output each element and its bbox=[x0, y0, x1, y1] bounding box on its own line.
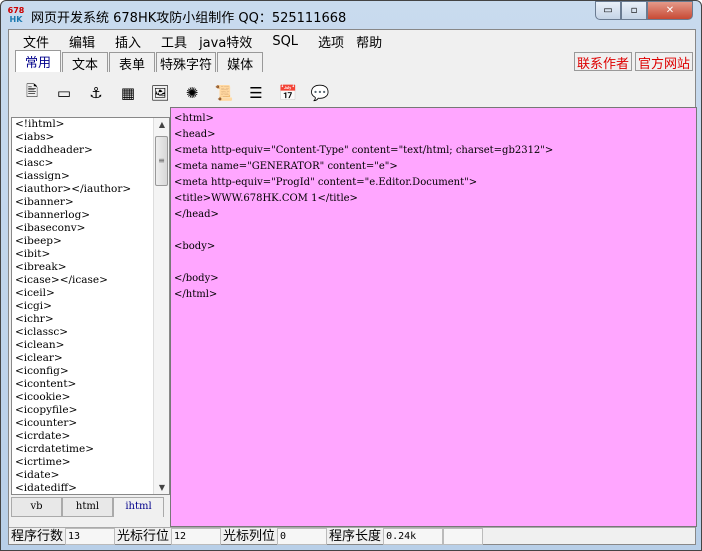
menu-insert[interactable]: 插入 bbox=[109, 32, 147, 51]
tab-common[interactable]: 常用 bbox=[15, 50, 62, 72]
menu-sql[interactable]: SQL bbox=[266, 34, 304, 49]
scroll-icon[interactable]: 📜 bbox=[213, 82, 235, 104]
list-item[interactable]: <ibeep> bbox=[12, 235, 169, 248]
tab-html[interactable]: html bbox=[62, 497, 113, 517]
minimize-button[interactable]: ▭ bbox=[595, 1, 621, 20]
list-item[interactable]: <icrtime> bbox=[12, 456, 169, 469]
list-item[interactable]: <icase></icase> bbox=[12, 274, 169, 287]
row-value: 12 bbox=[171, 528, 222, 545]
list-item[interactable]: <iclean> bbox=[12, 339, 169, 352]
form-icon[interactable]: ▭ bbox=[53, 82, 75, 104]
comment-icon[interactable]: 💬 bbox=[309, 82, 331, 104]
client-area: 文件 编辑 插入 工具 java特效 SQL 选项 帮助 常用 文本 表单 特殊… bbox=[8, 29, 697, 545]
image-icon[interactable]: 🖼 bbox=[149, 82, 171, 104]
list-item[interactable]: <iceil> bbox=[12, 287, 169, 300]
document-icon[interactable]: 🖹 bbox=[21, 82, 43, 104]
list-item[interactable]: <ichr> bbox=[12, 313, 169, 326]
tab-text[interactable]: 文本 bbox=[62, 52, 109, 73]
scroll-up-icon[interactable]: ▲ bbox=[154, 120, 169, 129]
menu-tools[interactable]: 工具 bbox=[155, 32, 193, 51]
lines-value: 13 bbox=[65, 528, 116, 545]
list-item[interactable]: <iaddheader> bbox=[12, 144, 169, 157]
list-item[interactable]: <iconfig> bbox=[12, 365, 169, 378]
list-item[interactable]: <iclear> bbox=[12, 352, 169, 365]
list-item[interactable]: <ibanner> bbox=[12, 196, 169, 209]
row-label: 光标行位 bbox=[117, 529, 170, 544]
list-item[interactable]: <icontent> bbox=[12, 378, 169, 391]
list-item[interactable]: <icopyfile> bbox=[12, 404, 169, 417]
menu-file[interactable]: 文件 bbox=[17, 32, 55, 51]
language-tabs: vb html ihtml bbox=[11, 497, 164, 517]
list-item[interactable]: <icounter> bbox=[12, 417, 169, 430]
list-item[interactable]: <ibit> bbox=[12, 248, 169, 261]
tab-special-chars[interactable]: 特殊字符 bbox=[156, 52, 217, 73]
contact-author-button[interactable]: 联系作者 bbox=[573, 52, 632, 72]
code-editor[interactable]: <html> <head> <meta http-equiv="Content-… bbox=[170, 107, 697, 527]
scroll-down-icon[interactable]: ▼ bbox=[154, 483, 169, 492]
category-tabs: 常用 文本 表单 特殊字符 媒体 bbox=[15, 50, 264, 73]
length-label: 程序长度 bbox=[329, 529, 382, 544]
official-site-button[interactable]: 官方网站 bbox=[634, 52, 693, 72]
close-button[interactable]: ✕ bbox=[647, 1, 693, 20]
menu-edit[interactable]: 编辑 bbox=[63, 32, 101, 51]
list-item[interactable]: <ibreak> bbox=[12, 261, 169, 274]
menu-help[interactable]: 帮助 bbox=[350, 32, 388, 51]
list-item[interactable]: <icrdatetime> bbox=[12, 443, 169, 456]
list-scrollbar[interactable]: ▲ ≡ ▼ bbox=[153, 118, 169, 494]
col-value: 0 bbox=[277, 528, 328, 545]
scroll-thumb[interactable]: ≡ bbox=[155, 136, 168, 186]
list-item[interactable]: <ibannerlog> bbox=[12, 209, 169, 222]
list-item[interactable]: <iauthor></iauthor> bbox=[12, 183, 169, 196]
col-label: 光标列位 bbox=[223, 529, 276, 544]
calendar-icon[interactable]: 📅 bbox=[277, 82, 299, 104]
list-item[interactable]: <iasc> bbox=[12, 157, 169, 170]
maximize-button[interactable]: ▫ bbox=[621, 1, 647, 20]
list-item[interactable]: <iabs> bbox=[12, 131, 169, 144]
length-value: 0.24k bbox=[383, 528, 444, 545]
tab-vb[interactable]: vb bbox=[11, 497, 62, 517]
list-item[interactable]: <iclassc> bbox=[12, 326, 169, 339]
tag-list[interactable]: <!ihtml> <iabs> <iaddheader> <iasc> <iassign… bbox=[11, 117, 170, 495]
menu-java-effects[interactable]: java特效 bbox=[193, 32, 258, 51]
app-window: 678 HK 网页开发系统 678HK攻防小组制作 QQ：525111668 ▭ … bbox=[0, 0, 702, 551]
tab-media[interactable]: 媒体 bbox=[217, 52, 264, 73]
menu-bar: 文件 编辑 插入 工具 java特效 SQL 选项 帮助 bbox=[17, 32, 388, 51]
status-bar: 程序行数 13 光标行位 12 光标列位 0 程序长度 0.24k bbox=[9, 527, 695, 545]
list-item[interactable]: <!ihtml> bbox=[12, 118, 169, 131]
logo-bottom: HK bbox=[9, 15, 23, 24]
app-logo: 678 HK bbox=[7, 6, 25, 26]
size-grip[interactable] bbox=[483, 528, 695, 545]
list-item[interactable]: <iassign> bbox=[12, 170, 169, 183]
list-item[interactable]: <icgi> bbox=[12, 300, 169, 313]
flash-icon[interactable]: ✺ bbox=[181, 82, 203, 104]
lines-label: 程序行数 bbox=[11, 529, 64, 544]
table-icon[interactable]: ▦ bbox=[117, 82, 139, 104]
anchor-icon[interactable]: ⚓ bbox=[85, 82, 107, 104]
tab-form[interactable]: 表单 bbox=[109, 52, 156, 73]
list-item[interactable]: <ibaseconv> bbox=[12, 222, 169, 235]
tab-ihtml[interactable]: ihtml bbox=[113, 497, 164, 517]
menu-options[interactable]: 选项 bbox=[312, 32, 350, 51]
title-bar: 678 HK 网页开发系统 678HK攻防小组制作 QQ：525111668 bbox=[7, 5, 347, 27]
list-item[interactable]: <idate> bbox=[12, 469, 169, 482]
list-item[interactable]: <icookie> bbox=[12, 391, 169, 404]
toolbar: 🖹 ▭ ⚓ ▦ 🖼 ✺ 📜 ☰ 📅 💬 bbox=[21, 82, 341, 104]
status-panel-empty bbox=[443, 528, 484, 545]
logo-top: 678 bbox=[7, 6, 25, 15]
horizontal-rule-icon[interactable]: ☰ bbox=[245, 82, 267, 104]
window-title: 网页开发系统 678HK攻防小组制作 QQ：525111668 bbox=[31, 10, 347, 26]
list-item[interactable]: <icrdate> bbox=[12, 430, 169, 443]
list-item[interactable]: <idatediff> bbox=[12, 482, 169, 494]
